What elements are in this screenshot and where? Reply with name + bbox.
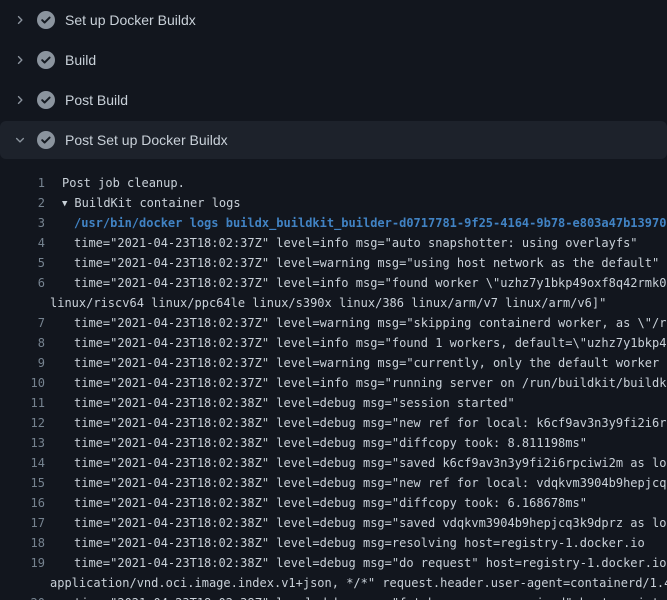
log-row: 3/usr/bin/docker logs buildx_buildkit_bu… — [0, 213, 667, 233]
log-group-title: BuildKit container logs — [74, 196, 240, 210]
chevron-down-icon — [12, 132, 28, 148]
step-row-build[interactable]: Build — [0, 40, 667, 80]
log-row: linux/riscv64 linux/ppc64le linux/s390x … — [0, 293, 667, 313]
chevron-right-icon — [12, 92, 28, 108]
step-label: Build — [65, 52, 96, 68]
log-panel: 1Post job cleanup.2 ▼ BuildKit container l… — [0, 159, 667, 600]
log-row: 9time="2021-04-23T18:02:37Z" level=warni… — [0, 353, 667, 373]
log-line-number[interactable]: 11 — [0, 393, 45, 413]
log-row: 19time="2021-04-23T18:02:38Z" level=debu… — [0, 553, 667, 573]
log-line-number[interactable]: 13 — [0, 433, 45, 453]
triangle-down-icon: ▼ — [62, 194, 67, 213]
log-line-number[interactable]: 4 — [0, 233, 45, 253]
log-row: 8time="2021-04-23T18:02:37Z" level=info … — [0, 333, 667, 353]
log-line-number[interactable]: 9 — [0, 353, 45, 373]
log-line-text: time="2021-04-23T18:02:38Z" level=debug … — [45, 393, 515, 413]
log-row: 14time="2021-04-23T18:02:38Z" level=debu… — [0, 453, 667, 473]
log-line-number[interactable]: 15 — [0, 473, 45, 493]
log-row: 11time="2021-04-23T18:02:38Z" level=debu… — [0, 393, 667, 413]
log-line-number[interactable]: 1 — [0, 173, 45, 193]
log-row: 13time="2021-04-23T18:02:38Z" level=debu… — [0, 433, 667, 453]
log-row: 18time="2021-04-23T18:02:38Z" level=debu… — [0, 533, 667, 553]
log-row: 1Post job cleanup. — [0, 173, 667, 193]
log-row: 16time="2021-04-23T18:02:38Z" level=debu… — [0, 493, 667, 513]
log-line-text: time="2021-04-23T18:02:37Z" level=warnin… — [45, 353, 667, 373]
log-line-number[interactable]: 17 — [0, 513, 45, 533]
log-row: 4time="2021-04-23T18:02:37Z" level=info … — [0, 233, 667, 253]
log-line-text: time="2021-04-23T18:02:38Z" level=debug … — [45, 473, 667, 493]
log-line-number[interactable]: 10 — [0, 373, 45, 393]
log-line-text: time="2021-04-23T18:02:38Z" level=debug … — [45, 433, 587, 453]
log-line-text: time="2021-04-23T18:02:37Z" level=info m… — [45, 233, 638, 253]
log-row: 7time="2021-04-23T18:02:37Z" level=warni… — [0, 313, 667, 333]
log-line-number[interactable]: 20 — [0, 593, 45, 600]
log-line-number[interactable]: 5 — [0, 253, 45, 273]
log-line-number[interactable]: 7 — [0, 313, 45, 333]
check-circle-icon — [37, 131, 55, 149]
log-line-text: linux/riscv64 linux/ppc64le linux/s390x … — [45, 293, 606, 313]
log-line-number[interactable]: 8 — [0, 333, 45, 353]
step-row-set-up-docker-buildx[interactable]: Set up Docker Buildx — [0, 0, 667, 40]
log-line-number[interactable]: 14 — [0, 453, 45, 473]
log-line-text: time="2021-04-23T18:02:38Z" level=debug … — [45, 413, 667, 433]
actions-log-viewer: Set up Docker Buildx Build Post Build Post … — [0, 0, 667, 600]
log-row: 20time="2021-04-23T18:02:38Z" level=debu… — [0, 593, 667, 600]
log-row: 17time="2021-04-23T18:02:38Z" level=debu… — [0, 513, 667, 533]
step-row-post-set-up-docker-buildx[interactable]: Post Set up Docker Buildx — [0, 121, 667, 159]
log-row: 5time="2021-04-23T18:02:37Z" level=warni… — [0, 253, 667, 273]
log-line-number[interactable]: 12 — [0, 413, 45, 433]
log-line-text: time="2021-04-23T18:02:37Z" level=warnin… — [45, 253, 659, 273]
log-line-text: Post job cleanup. — [45, 173, 185, 193]
log-line-number — [0, 573, 45, 593]
log-command-text: /usr/bin/docker logs buildx_buildkit_bui… — [45, 213, 666, 233]
check-circle-icon — [37, 91, 55, 109]
step-row-post-build[interactable]: Post Build — [0, 80, 667, 120]
step-label: Set up Docker Buildx — [65, 12, 196, 28]
log-line-text: time="2021-04-23T18:02:38Z" level=debug … — [45, 513, 667, 533]
log-line-number[interactable]: 16 — [0, 493, 45, 513]
log-row: 15time="2021-04-23T18:02:38Z" level=debu… — [0, 473, 667, 493]
log-line-number[interactable]: 2 — [0, 193, 45, 213]
log-row: 6time="2021-04-23T18:02:37Z" level=info … — [0, 273, 667, 293]
log-line-number[interactable]: 19 — [0, 553, 45, 573]
chevron-right-icon — [12, 12, 28, 28]
log-line-text: time="2021-04-23T18:02:38Z" level=debug … — [45, 533, 645, 553]
log-line-number[interactable]: 3 — [0, 213, 45, 233]
log-line-number[interactable]: 6 — [0, 273, 45, 293]
log-line-text: time="2021-04-23T18:02:38Z" level=debug … — [45, 593, 667, 600]
log-row: 12time="2021-04-23T18:02:38Z" level=debu… — [0, 413, 667, 433]
log-row: 2 ▼ BuildKit container logs — [0, 193, 667, 213]
log-line-text: time="2021-04-23T18:02:37Z" level=info m… — [45, 333, 667, 353]
check-circle-icon — [37, 11, 55, 29]
log-line-text: time="2021-04-23T18:02:37Z" level=info m… — [45, 373, 667, 393]
step-label: Post Build — [65, 92, 128, 108]
check-circle-icon — [37, 51, 55, 69]
log-line-text: time="2021-04-23T18:02:37Z" level=warnin… — [45, 313, 667, 333]
step-list: Set up Docker Buildx Build Post Build Post … — [0, 0, 667, 159]
log-line-text: time="2021-04-23T18:02:37Z" level=info m… — [45, 273, 667, 293]
log-line-text: time="2021-04-23T18:02:38Z" level=debug … — [45, 453, 667, 473]
step-label: Post Set up Docker Buildx — [65, 132, 228, 148]
log-row: application/vnd.oci.image.index.v1+json,… — [0, 573, 667, 593]
log-line-text: time="2021-04-23T18:02:38Z" level=debug … — [45, 493, 587, 513]
log-line-number — [0, 293, 45, 313]
log-line-text: application/vnd.oci.image.index.v1+json,… — [45, 573, 667, 593]
log-row: 10time="2021-04-23T18:02:37Z" level=info… — [0, 373, 667, 393]
chevron-right-icon — [12, 52, 28, 68]
log-line-number[interactable]: 18 — [0, 533, 45, 553]
log-group-toggle[interactable]: ▼ BuildKit container logs — [45, 193, 241, 213]
log-line-text: time="2021-04-23T18:02:38Z" level=debug … — [45, 553, 667, 573]
